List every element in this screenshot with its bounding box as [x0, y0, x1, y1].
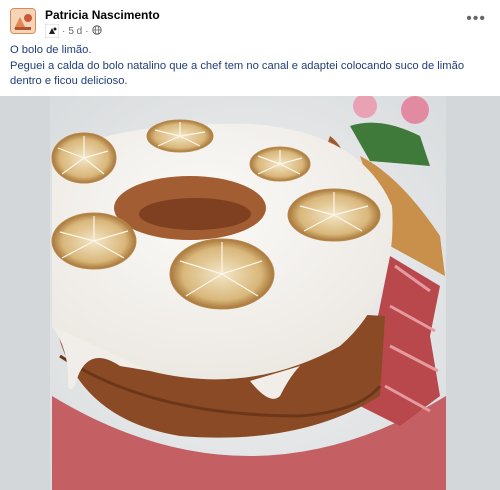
globe-icon: [91, 24, 102, 38]
post-time[interactable]: 5 d: [68, 26, 82, 37]
post-header: Patricia Nascimento · 5 d · •••: [0, 0, 500, 42]
meta-separator-2: ·: [85, 25, 89, 37]
caption-line-1: O bolo de limão.: [10, 44, 92, 56]
author-avatar[interactable]: [10, 8, 36, 34]
caption-line-2: Peguei a calda do bolo natalino que a ch…: [10, 59, 465, 88]
group-icon[interactable]: [44, 23, 60, 39]
lemon-cake-image: [0, 96, 500, 490]
author-name[interactable]: Patricia Nascimento: [45, 8, 160, 22]
post-caption: O bolo de limão. Peguei a calda do bolo …: [10, 43, 490, 90]
meta-separator: ·: [62, 25, 66, 37]
post-meta: · 5 d ·: [44, 23, 102, 39]
more-options-icon[interactable]: •••: [466, 10, 486, 28]
post-photo[interactable]: [0, 96, 500, 490]
